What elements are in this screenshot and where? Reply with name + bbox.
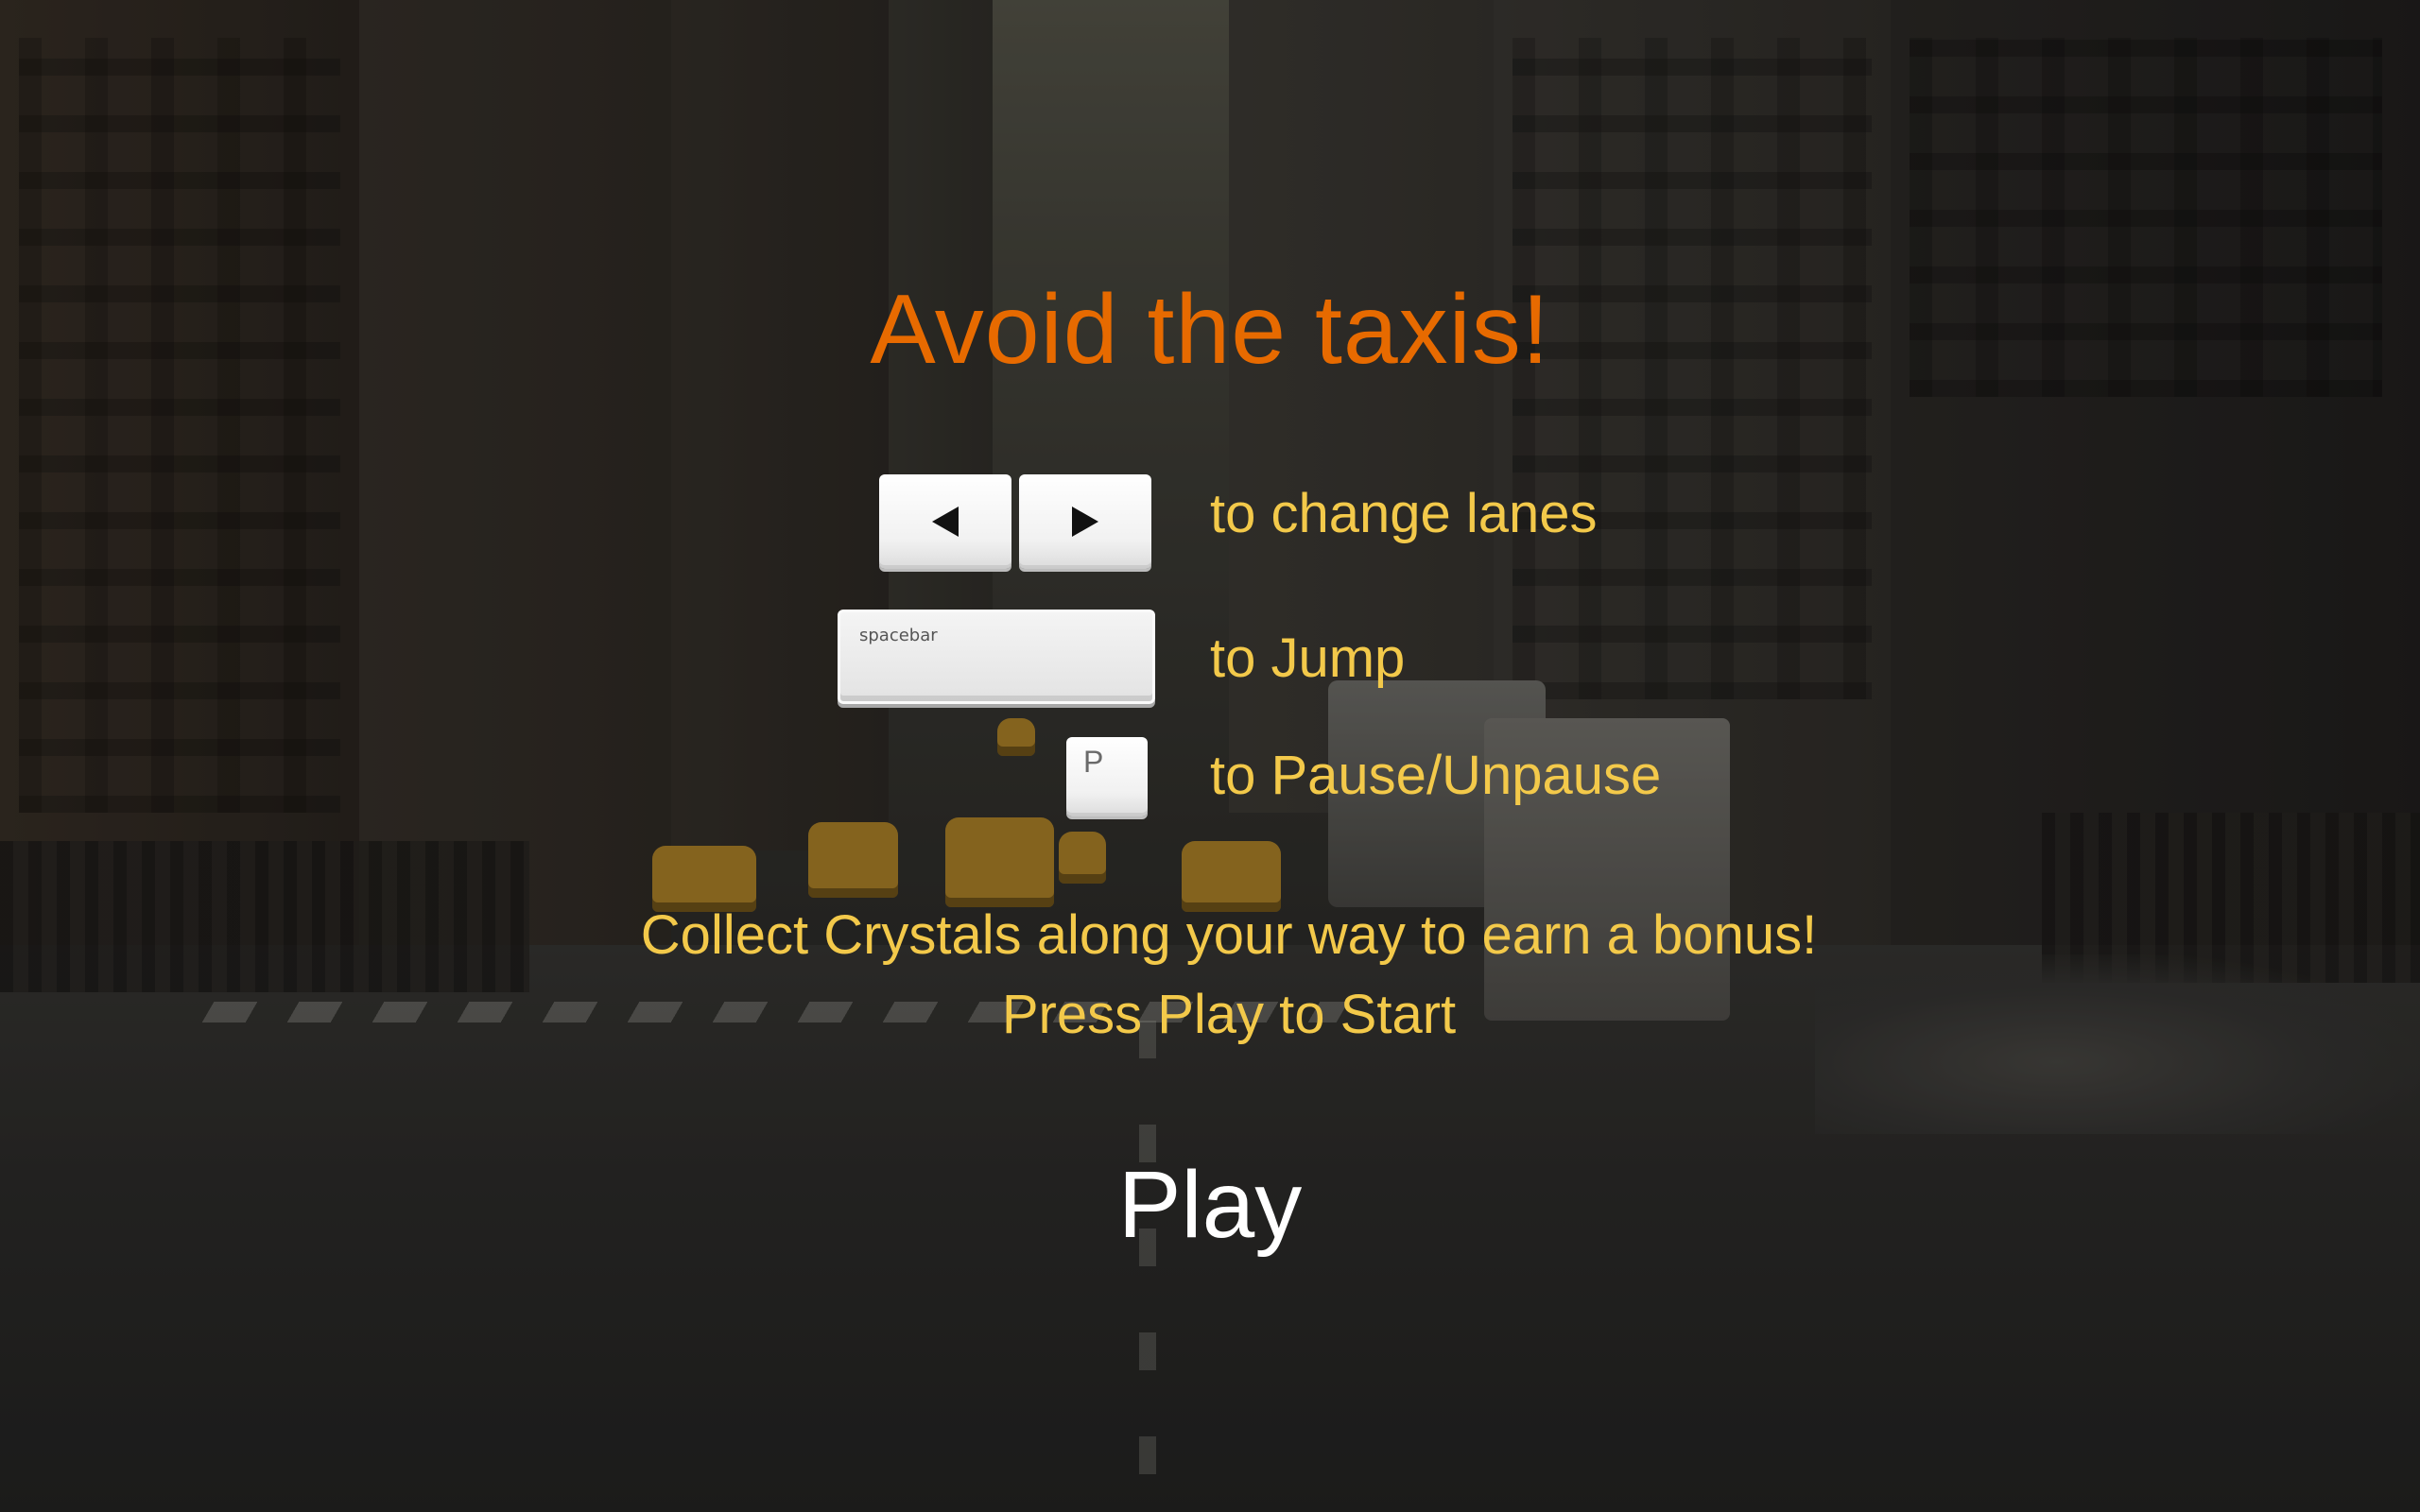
bonus-message: Collect Crystals along your way to earn … (640, 904, 1818, 966)
start-hint: Press Play to Start (1001, 984, 1457, 1045)
right-arrow-icon (1019, 474, 1151, 569)
game-start-screen: Avoid the taxis! to change lanes spaceba… (0, 0, 2420, 1512)
change-lanes-instruction: to change lanes (1210, 483, 1598, 544)
p-key: P (1066, 737, 1148, 816)
right-arrow-key (1019, 474, 1151, 569)
left-arrow-key (879, 474, 1011, 569)
p-key-label: P (1083, 745, 1104, 779)
spacebar-key: spacebar (838, 610, 1155, 704)
game-title: Avoid the taxis! (870, 275, 1550, 385)
pause-instruction: to Pause/Unpause (1210, 745, 1662, 806)
spacebar-key-label: spacebar (859, 626, 938, 645)
jump-instruction: to Jump (1210, 627, 1406, 689)
play-button[interactable]: Play (1097, 1148, 1323, 1262)
left-arrow-icon (879, 474, 1011, 569)
